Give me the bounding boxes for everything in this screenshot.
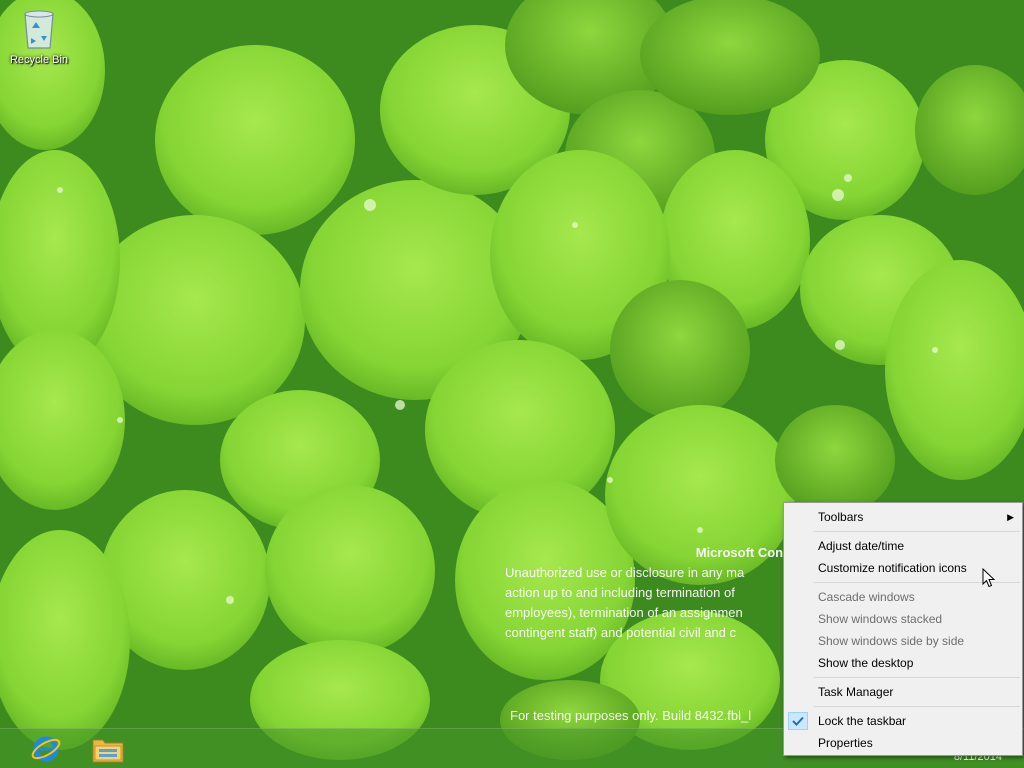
- menu-item-lock-the-taskbar[interactable]: Lock the taskbar: [784, 710, 1022, 732]
- menu-item-show-the-desktop[interactable]: Show the desktop: [784, 652, 1022, 674]
- menu-item-label: Task Manager: [818, 685, 894, 699]
- confidential-watermark: Microsoft Confid Unauthorized use or dis…: [505, 543, 795, 643]
- menu-item-adjust-date-time[interactable]: Adjust date/time: [784, 535, 1022, 557]
- menu-separator: [814, 706, 1020, 707]
- watermark-line: Unauthorized use or disclosure in any ma: [505, 565, 745, 580]
- build-watermark: For testing purposes only. Build 8432.fb…: [510, 708, 752, 723]
- mouse-cursor-icon: [982, 568, 996, 588]
- recycle-bin-icon: [24, 10, 54, 49]
- menu-item-label: Lock the taskbar: [818, 714, 907, 728]
- menu-separator: [814, 531, 1020, 532]
- submenu-arrow-icon: ▶: [1007, 512, 1014, 522]
- taskbar-file-explorer-button[interactable]: [86, 731, 130, 767]
- menu-item-task-manager[interactable]: Task Manager: [784, 681, 1022, 703]
- taskbar-context-menu[interactable]: Toolbars ▶ Adjust date/time Customize no…: [783, 502, 1023, 756]
- internet-explorer-icon: [31, 736, 61, 762]
- menu-item-label: Show the desktop: [818, 656, 914, 670]
- menu-item-label: Adjust date/time: [818, 539, 905, 553]
- menu-item-label: Customize notification icons: [818, 561, 967, 575]
- menu-item-label: Show windows stacked: [818, 612, 943, 626]
- menu-item-toolbars[interactable]: Toolbars ▶: [784, 506, 1022, 528]
- menu-item-properties[interactable]: Properties: [784, 732, 1022, 754]
- menu-item-show-windows-side-by-side: Show windows side by side: [784, 630, 1022, 652]
- menu-item-cascade-windows: Cascade windows: [784, 586, 1022, 608]
- checkmark-icon: [788, 712, 808, 730]
- watermark-line: contingent staff) and potential civil an…: [505, 625, 737, 640]
- recycle-bin-shortcut[interactable]: Recycle Bin: [4, 6, 74, 76]
- watermark-line: action up to and including termination o…: [505, 585, 735, 600]
- watermark-line: employees), termination of an assignmen: [505, 605, 743, 620]
- file-explorer-icon: [92, 739, 124, 763]
- taskbar-internet-explorer-button[interactable]: [24, 731, 68, 767]
- menu-item-label: Cascade windows: [818, 590, 915, 604]
- menu-separator: [814, 677, 1020, 678]
- menu-item-label: Show windows side by side: [818, 634, 965, 648]
- menu-item-show-windows-stacked: Show windows stacked: [784, 608, 1022, 630]
- recycle-bin-label: Recycle Bin: [9, 54, 69, 66]
- menu-item-label: Toolbars: [818, 510, 864, 524]
- watermark-title: Microsoft Confid: [695, 545, 795, 560]
- menu-item-label: Properties: [818, 736, 873, 750]
